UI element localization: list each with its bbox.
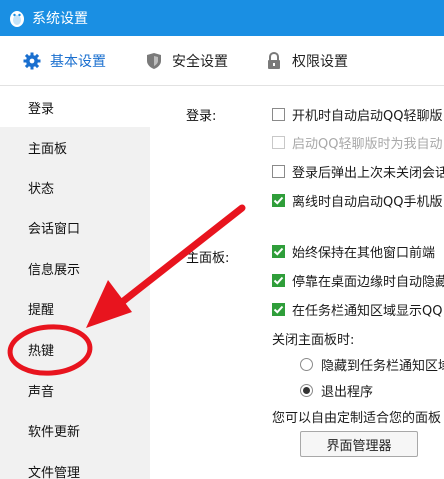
checkbox-checked[interactable] [272, 273, 285, 287]
sidebar-item-chat-window[interactable]: 会话窗口 [0, 207, 150, 247]
checkbox-checked[interactable] [272, 302, 285, 316]
checkmark-icon [273, 276, 284, 285]
sidebar-item-label: 软件更新 [28, 424, 81, 440]
tab-security-settings[interactable]: 安全设置 [144, 36, 228, 86]
sidebar-item-login[interactable]: 登录 [0, 87, 150, 127]
main-panel-option-tray-icon[interactable]: 在任务栏通知区域显示QQ [272, 298, 442, 320]
sidebar-item-label: 信息展示 [28, 262, 81, 278]
lock-icon [264, 51, 284, 71]
sidebar-item-label: 热键 [28, 343, 55, 359]
tab-label: 基本设置 [50, 54, 106, 70]
checkmark-icon [273, 247, 284, 256]
login-section-label: 登录: [186, 109, 217, 124]
close-option-exit-program[interactable]: 退出程序 [300, 379, 373, 401]
checkbox[interactable] [272, 164, 285, 178]
title-bar: 系统设置 [0, 0, 444, 36]
shield-icon [144, 51, 164, 71]
tab-permission-settings[interactable]: 权限设置 [264, 36, 348, 86]
tab-label: 权限设置 [292, 54, 348, 70]
checkbox[interactable] [272, 107, 285, 121]
login-option-auto-login: 启动QQ轻聊版时为我自动 [272, 131, 442, 153]
sidebar-item-label: 提醒 [28, 302, 55, 318]
option-text: 离线时自动启动QQ手机版 [292, 194, 443, 210]
sidebar-item-software-update[interactable]: 软件更新 [0, 410, 150, 450]
sidebar-item-label: 登录 [28, 101, 55, 117]
tab-label: 安全设置 [172, 54, 228, 70]
gear-icon [22, 51, 42, 71]
tab-basic-settings[interactable]: 基本设置 [22, 36, 106, 86]
sidebar-item-hotkeys[interactable]: 热键 [0, 329, 150, 369]
checkmark-icon [273, 196, 284, 205]
radio-button-selected[interactable] [300, 383, 313, 397]
settings-tabs: 基本设置 安全设置 权限设置 [0, 36, 444, 86]
checkbox-checked[interactable] [272, 193, 285, 207]
sidebar-item-main-panel[interactable]: 主面板 [0, 127, 150, 167]
checkbox [272, 135, 285, 149]
sidebar-item-label: 文件管理 [28, 465, 81, 479]
main-panel-option-always-on-top[interactable]: 始终保持在其他窗口前端 [272, 240, 435, 262]
option-text: 启动QQ轻聊版时为我自动 [292, 136, 443, 152]
option-text: 登录后弹出上次未关闭会话 [292, 165, 444, 181]
window-title: 系统设置 [32, 11, 88, 27]
sidebar-item-file-management[interactable]: 文件管理 [0, 451, 150, 479]
option-text: 始终保持在其他窗口前端 [292, 245, 436, 261]
sidebar: 登录 主面板 状态 会话窗口 信息展示 提醒 热键 声音 软件更新 文件管理 [0, 87, 150, 479]
sidebar-item-label: 主面板 [28, 141, 68, 157]
sidebar-item-sound[interactable]: 声音 [0, 370, 150, 410]
sidebar-item-status[interactable]: 状态 [0, 167, 150, 207]
radio-button[interactable] [300, 357, 313, 371]
close-option-hide-to-tray[interactable]: 隐藏到任务栏通知区域 [300, 353, 444, 375]
checkbox-checked[interactable] [272, 244, 285, 258]
sidebar-item-label: 声音 [28, 384, 55, 400]
option-text: 在任务栏通知区域显示QQ [292, 303, 443, 319]
sidebar-item-reminder[interactable]: 提醒 [0, 288, 150, 328]
sidebar-item-label: 状态 [28, 181, 55, 197]
interface-manager-button[interactable]: 界面管理器 [300, 431, 418, 457]
sidebar-item-label: 会话窗口 [28, 221, 81, 237]
customize-hint-text: 您可以自由定制适合您的面板 [272, 411, 442, 426]
option-text: 停靠在桌面边缘时自动隐藏 [292, 274, 444, 290]
login-option-reopen-sessions[interactable]: 登录后弹出上次未关闭会话 [272, 160, 444, 182]
option-text: 退出程序 [321, 384, 374, 400]
sidebar-item-info-display[interactable]: 信息展示 [0, 248, 150, 288]
login-option-mobile-offline[interactable]: 离线时自动启动QQ手机版 [272, 189, 442, 211]
settings-content: 登录: 开机时自动启动QQ轻聊版 启动QQ轻聊版时为我自动 登录后弹出上次未关闭… [150, 87, 444, 479]
qq-penguin-icon [10, 11, 24, 27]
option-text: 开机时自动启动QQ轻聊版 [292, 108, 443, 124]
option-text: 隐藏到任务栏通知区域 [321, 358, 444, 374]
main-panel-option-auto-hide[interactable]: 停靠在桌面边缘时自动隐藏 [272, 269, 444, 291]
login-option-auto-start[interactable]: 开机时自动启动QQ轻聊版 [272, 103, 442, 125]
checkmark-icon [273, 305, 284, 314]
close-panel-label: 关闭主面板时: [272, 333, 355, 348]
main-panel-section-label: 主面板: [186, 251, 230, 266]
